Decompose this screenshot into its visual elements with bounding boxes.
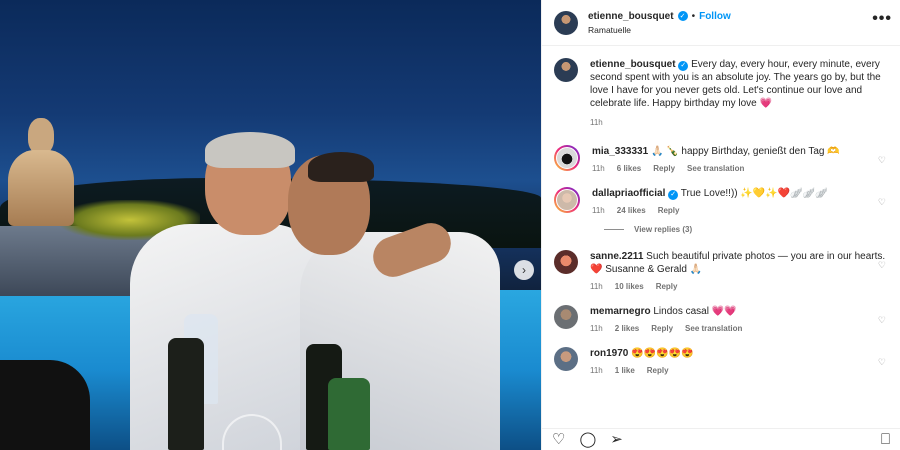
post-photo[interactable]: › (0, 0, 541, 450)
comment-likes[interactable]: 6 likes (617, 164, 641, 173)
person-right-hair (308, 152, 374, 182)
next-photo-chevron-icon[interactable]: › (514, 260, 534, 280)
green-bottle (328, 378, 370, 450)
view-replies-label[interactable]: View replies (3) (634, 225, 692, 234)
post-header: etienne_bousquet ✓ • Follow Ramatuelle •… (542, 0, 900, 46)
avatar[interactable] (554, 347, 578, 371)
follow-button[interactable]: Follow (699, 11, 731, 22)
comment-timestamp[interactable]: 11h (592, 164, 605, 173)
buddha-statue (6, 114, 76, 226)
like-comment-heart-icon[interactable]: ♡ (878, 197, 886, 208)
dark-object (0, 360, 90, 450)
like-comment-heart-icon[interactable]: ♡ (878, 155, 886, 166)
like-comment-heart-icon[interactable]: ♡ (878, 357, 886, 368)
post-caption: etienne_bousquet ✓ Every day, every hour… (554, 58, 888, 127)
comment-item: ron1970 😍😍😍😍😍 11h 1 like Reply ♡ (554, 347, 888, 375)
comment-text: 🙏🏻 🍾 happy Birthday, genießt den Tag 🫶 (650, 146, 840, 157)
post-location[interactable]: Ramatuelle (588, 25, 731, 35)
comment-text: True Love!!)) ✨💛✨❤️🪽🪽🪽 (680, 188, 828, 199)
verified-badge-icon: ✓ (678, 60, 689, 71)
comment-text: 😍😍😍😍😍 (631, 348, 694, 359)
comment-bubble-icon[interactable]: ◯ (579, 432, 596, 447)
comment-timestamp[interactable]: 11h (590, 282, 603, 291)
comment-username[interactable]: sanne.2211 (590, 251, 643, 262)
reply-button[interactable]: Reply (656, 282, 678, 291)
comment-username[interactable]: dallapriaofficial (592, 188, 665, 199)
separator-dot: • (691, 10, 696, 22)
comment-username[interactable]: mia_333331 (592, 146, 648, 157)
comment-item: dallapriaofficial ✓ True Love!!)) ✨💛✨❤️🪽… (554, 187, 888, 215)
share-paper-plane-icon[interactable]: ➢ (610, 432, 623, 447)
verified-badge-icon: ✓ (677, 11, 688, 21)
comment-username[interactable]: memarnegro (590, 306, 651, 317)
comment-item: memarnegro Lindos casal 💗💗 11h 2 likes R… (554, 305, 888, 333)
see-translation-button[interactable]: See translation (685, 324, 742, 333)
view-replies-button[interactable]: View replies (3) (604, 225, 888, 234)
avatar[interactable] (554, 305, 578, 329)
verified-badge-icon: ✓ (668, 189, 679, 200)
instagram-post-view: › etienne_bousquet ✓ • Follow Ramatuelle… (0, 0, 900, 450)
replies-divider (604, 229, 624, 230)
comment-likes[interactable]: 2 likes (615, 324, 639, 333)
comment-username[interactable]: ron1970 (590, 348, 628, 359)
like-comment-heart-icon[interactable]: ♡ (878, 260, 886, 271)
avatar[interactable] (554, 10, 578, 35)
avatar[interactable] (554, 58, 578, 82)
avatar[interactable] (554, 250, 578, 274)
story-ring[interactable] (554, 187, 580, 213)
see-translation-button[interactable]: See translation (687, 164, 744, 173)
save-bookmark-icon[interactable]: ⎕ (881, 432, 890, 447)
caption-username[interactable]: etienne_bousquet (590, 59, 676, 70)
reply-button[interactable]: Reply (658, 206, 680, 215)
comment-likes[interactable]: 24 likes (617, 206, 646, 215)
avatar (556, 189, 578, 211)
comment-timestamp[interactable]: 11h (590, 324, 603, 333)
comment-timestamp[interactable]: 11h (590, 366, 603, 375)
story-ring[interactable] (554, 145, 580, 171)
comment-likes[interactable]: 1 like (615, 366, 635, 375)
comments-list: etienne_bousquet ✓ Every day, every hour… (542, 46, 900, 375)
person-left-hair (205, 132, 295, 168)
comment-item: sanne.2211 Such beautiful private photos… (554, 250, 888, 291)
reply-button[interactable]: Reply (647, 366, 669, 375)
post-side-panel: etienne_bousquet ✓ • Follow Ramatuelle •… (541, 0, 900, 450)
avatar (556, 147, 578, 169)
post-author-username[interactable]: etienne_bousquet (588, 11, 674, 22)
post-action-bar: ♡ ◯ ➢ ⎕ (542, 428, 900, 450)
comment-timestamp[interactable]: 11h (592, 206, 605, 215)
reply-button[interactable]: Reply (651, 324, 673, 333)
reply-button[interactable]: Reply (653, 164, 675, 173)
comment-text: Lindos casal 💗💗 (653, 306, 737, 317)
like-post-heart-icon[interactable]: ♡ (552, 432, 565, 447)
like-comment-heart-icon[interactable]: ♡ (878, 315, 886, 326)
wine-bottle (168, 338, 204, 450)
comment-likes[interactable]: 10 likes (615, 282, 644, 291)
comment-item: mia_333331 🙏🏻 🍾 happy Birthday, genießt … (554, 145, 888, 173)
more-options-icon[interactable]: ••• (872, 10, 892, 28)
caption-timestamp[interactable]: 11h (590, 118, 603, 127)
